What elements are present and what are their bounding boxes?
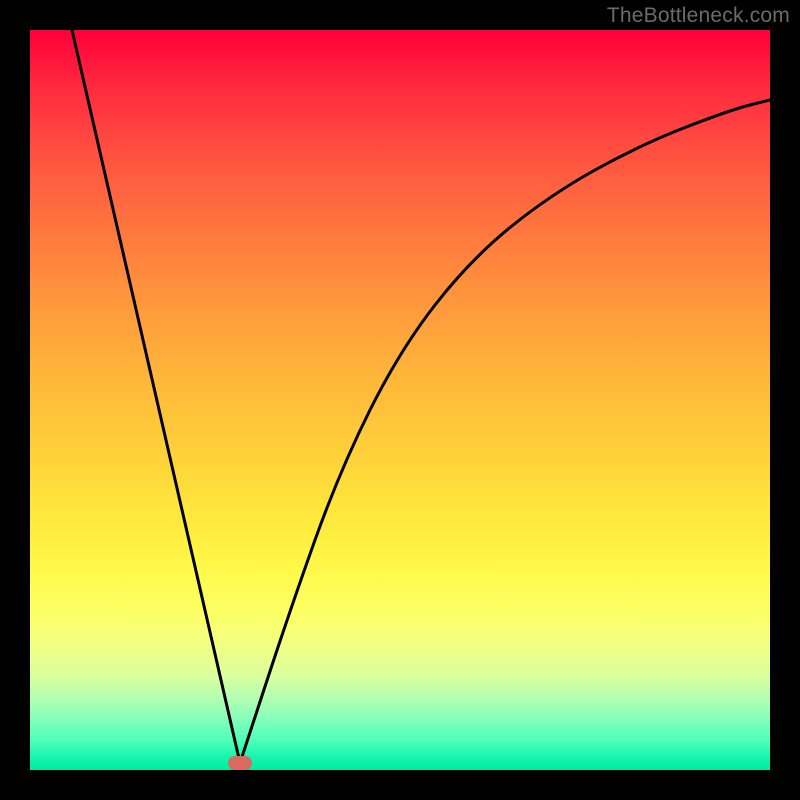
curve-layer (30, 30, 770, 770)
watermark-text: TheBottleneck.com (607, 4, 790, 28)
right-curve-ascend (240, 100, 770, 763)
minimum-dot (228, 756, 252, 770)
left-linear-descent (72, 30, 240, 763)
plot-frame (30, 30, 770, 770)
